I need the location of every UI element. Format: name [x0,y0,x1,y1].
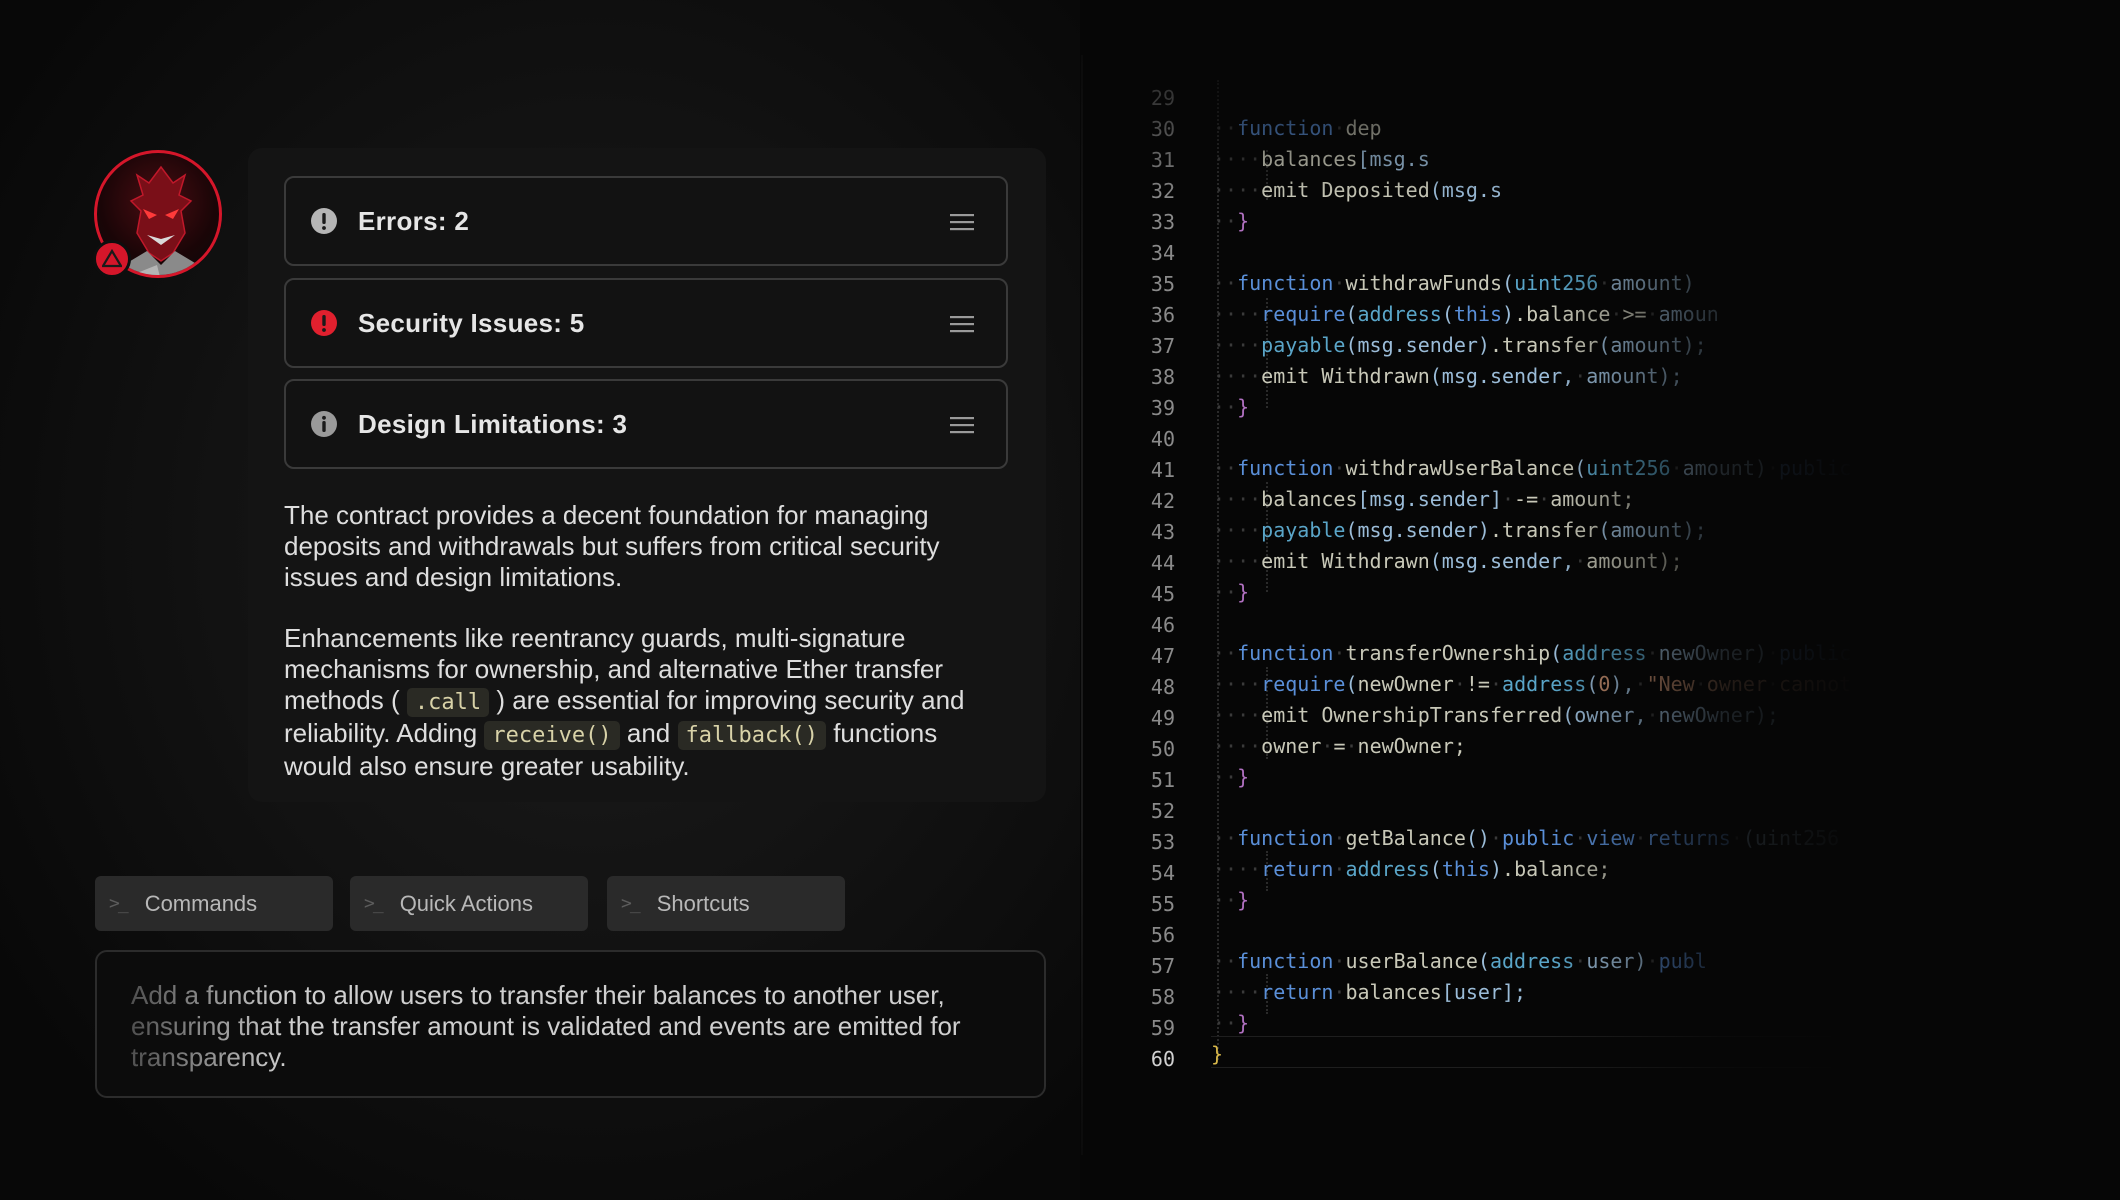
summary-paragraph-2: Enhancements like reentrancy guards, mul… [284,623,1012,782]
warning-badge [93,240,131,278]
code-line: } [1211,1042,1224,1066]
line-number: 30 [1150,117,1175,141]
exclamation-circle-icon [311,208,337,234]
line-number: 50 [1150,737,1175,761]
inline-code: receive() [484,721,620,750]
commands-label: Commands [144,890,258,916]
line-number: 51 [1150,768,1175,792]
shortcuts-button[interactable]: >_ Shortcuts [607,876,845,931]
line-number: 47 [1150,644,1175,668]
summary-text: and [626,718,671,748]
line-number: 43 [1150,520,1175,544]
line-number: 52 [1150,799,1175,823]
code-line: ··} [1213,888,1250,912]
code-line: ··function·withdrawUserBalance(uint256·a… [1213,456,1888,480]
line-number: 59 [1150,1016,1175,1040]
line-number: 42 [1150,489,1175,513]
line-number: 38 [1150,365,1175,389]
code-line: ····balances[msg.sender]·-=·amount; [1213,487,1635,511]
code-line: ····return·balances[user]; [1213,980,1527,1004]
quick-actions-label: Quick Actions [399,890,533,916]
code-line: ··} [1213,395,1250,419]
code-line: ··function·transferOwnership(address·new… [1213,641,1924,665]
code-line: ····emit Withdrawn(msg.sender,·amount); [1213,364,1683,388]
prompt-text: Add a function to allow users to transfe… [131,980,961,1072]
code-line: ··function·withdrawFunds(uint256·amount) [1213,271,1695,295]
line-number: 41 [1150,458,1175,482]
exclamation-circle-icon [311,310,337,336]
line-number: 44 [1150,551,1175,575]
line-number: 55 [1150,892,1175,916]
issue-label: Design Limitations: 3 [358,408,628,439]
code-line: ····emit OwnershipTransferred(owner,·new… [1213,703,1779,727]
line-number: 29 [1150,86,1175,110]
terminal-prompt-icon: >_ [621,893,641,914]
warning-triangle-icon [102,249,122,268]
line-number: 40 [1150,427,1175,451]
line-number: 49 [1150,706,1175,730]
line-number: 48 [1150,675,1175,699]
analysis-card: Errors: 2 Security Issues: 5 Design Limi… [248,148,1046,802]
line-number: 31 [1150,148,1175,172]
quick-actions-button[interactable]: >_ Quick Actions [350,876,588,931]
commands-button[interactable]: >_ Commands [95,876,333,931]
line-number: 46 [1150,613,1175,637]
code-line: ····require(address(this).balance·>=·amo… [1213,302,1719,326]
code-line: ····require(newOwner·!=·address(0),·"New… [1213,672,1888,696]
line-number: 60 [1150,1047,1175,1071]
editor-region: 29 30 31 32 33 34 35 36 37 38 39 40 41 42 43 44 45 46 47 48… [1083,0,2120,1200]
code-line: ····payable(msg.sender).transfer(amount)… [1213,518,1707,542]
code-line: ··} [1213,765,1250,789]
code-line: ··} [1213,1011,1250,1035]
shortcuts-label: Shortcuts [656,890,750,916]
line-number-gutter: 29 30 31 32 33 34 35 36 37 38 39 40 41 42 43 44 45 46 47 48… [1083,0,1175,1100]
issue-errors[interactable]: Errors: 2 [284,176,1008,266]
issue-security[interactable]: Security Issues: 5 [284,278,1008,368]
code-line: ··function·userBalance(address·user)·pub… [1213,949,1707,973]
line-number: 57 [1150,954,1175,978]
current-line-highlight [1211,1036,1831,1068]
line-number: 58 [1150,985,1175,1009]
line-number: 45 [1150,582,1175,606]
terminal-prompt-icon: >_ [109,893,129,914]
menu-icon[interactable] [950,415,974,435]
line-number: 33 [1150,210,1175,234]
summary-paragraph-1: The contract provides a decent foundatio… [284,500,940,592]
line-number: 32 [1150,179,1175,203]
line-number: 56 [1150,923,1175,947]
terminal-prompt-icon: >_ [364,893,384,914]
code-line: ····owner·=·newOwner; [1213,734,1466,758]
issue-label: Security Issues: 5 [358,307,585,338]
info-circle-icon [311,411,337,437]
inline-code: fallback() [677,721,826,750]
code-line: ····emit Deposited(msg.s [1213,178,1502,202]
code-line: ··function·getBalance()·public·view·retu… [1213,826,1840,850]
inline-code: .call [406,688,490,717]
line-number: 35 [1150,272,1175,296]
line-number: 34 [1150,241,1175,265]
line-number: 54 [1150,861,1175,885]
code-line: ··function·dep [1213,116,1382,140]
line-number: 53 [1150,830,1175,854]
line-number: 36 [1150,303,1175,327]
line-number: 39 [1150,396,1175,420]
menu-icon[interactable] [950,314,974,334]
code-line: ··} [1213,209,1250,233]
code-line: ····balances[msg.s [1213,147,1430,171]
issue-design[interactable]: Design Limitations: 3 [284,379,1008,469]
issue-label: Errors: 2 [358,205,470,236]
code-line: ····payable(msg.sender).transfer(amount)… [1213,333,1707,357]
code-line: ··} [1213,580,1250,604]
code-editor[interactable]: 29 30 31 32 33 34 35 36 37 38 39 40 41 42 43 44 45 46 47 48… [1083,0,2120,1200]
code-line: ····return·address(this).balance; [1213,857,1611,881]
prompt-input[interactable]: Add a function to allow users to transfe… [95,950,1046,1098]
line-number: 37 [1150,334,1175,358]
code-line: ····emit Withdrawn(msg.sender,·amount); [1213,549,1683,573]
menu-icon[interactable] [950,212,974,232]
